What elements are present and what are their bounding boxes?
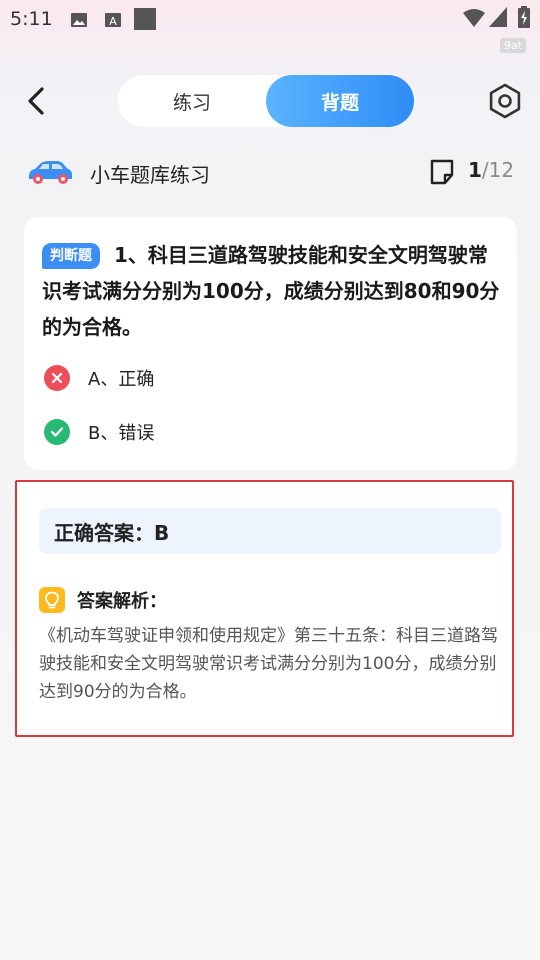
option-a[interactable]: A、正确 bbox=[44, 363, 154, 393]
mode-segmented-control: 练习 背题 bbox=[118, 75, 414, 127]
wrong-mark-icon bbox=[44, 365, 70, 391]
question-card: 判断题 1、科目三道路驾驶技能和安全文明驾驶常识考试满分分别为100分，成绩分别达… bbox=[24, 217, 517, 470]
lightbulb-icon bbox=[39, 587, 65, 613]
question-bank-title: 小车题库练习 bbox=[90, 163, 210, 187]
watermark-badge: 9at bbox=[499, 38, 526, 53]
car-icon bbox=[29, 161, 72, 184]
correct-answer: 正确答案：B bbox=[54, 521, 170, 545]
progress-current: 1 bbox=[468, 158, 482, 182]
status-bar: 5:11 A 9at bbox=[0, 0, 540, 53]
status-time: 5:11 bbox=[10, 8, 53, 30]
question-type-tag: 判断题 bbox=[42, 243, 100, 269]
back-arrow-icon[interactable] bbox=[20, 83, 56, 119]
wifi-icon bbox=[463, 9, 485, 27]
stop-icon bbox=[134, 8, 156, 30]
analysis-header: 答案解析： bbox=[39, 586, 167, 614]
option-b[interactable]: B、错误 bbox=[44, 417, 154, 447]
tab-practice[interactable]: 练习 bbox=[118, 75, 266, 127]
question-text: 1、科目三道路驾驶技能和安全文明驾驶常识考试满分分别为100分，成绩分别达到80… bbox=[42, 243, 500, 339]
question-progress[interactable]: 1/12 bbox=[468, 158, 514, 182]
font-icon: A bbox=[105, 13, 121, 28]
signal-icon bbox=[489, 7, 507, 27]
analysis-text: 《机动车驾驶证申领和使用规定》第三十五条：科目三道路驾驶技能和安全文明驾驶常识考… bbox=[39, 626, 498, 702]
info-row: 小车题库练习 1/12 bbox=[0, 150, 540, 194]
progress-total: /12 bbox=[481, 158, 515, 182]
option-a-label: A、正确 bbox=[88, 369, 155, 390]
question-text-block: 判断题 1、科目三道路驾驶技能和安全文明驾驶常识考试满分分别为100分，成绩分别达… bbox=[42, 237, 502, 345]
option-b-label: B、错误 bbox=[88, 423, 155, 444]
correct-answer-bar: 正确答案：B bbox=[39, 508, 501, 554]
battery-icon bbox=[518, 6, 530, 28]
check-mark-icon bbox=[44, 419, 70, 445]
settings-icon[interactable] bbox=[486, 82, 524, 120]
svg-text:A: A bbox=[109, 15, 117, 28]
analysis-title: 答案解析： bbox=[77, 591, 167, 612]
tab-recite[interactable]: 背题 bbox=[266, 75, 414, 127]
header: 练习 背题 bbox=[0, 70, 540, 130]
answer-panel: 正确答案：B 答案解析： 《机动车驾驶证申领和使用规定》第三十五条：科目三道路驾… bbox=[15, 480, 514, 737]
note-icon[interactable] bbox=[428, 158, 456, 186]
image-icon bbox=[71, 13, 87, 27]
